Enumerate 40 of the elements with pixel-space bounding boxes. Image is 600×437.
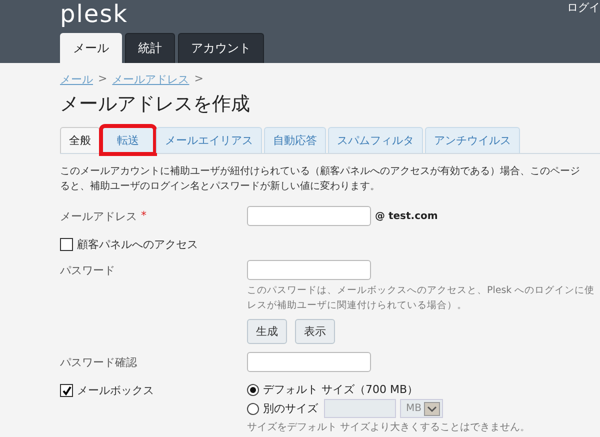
domain-suffix: @ test.com (375, 210, 438, 222)
field-label: メールボックス (77, 383, 154, 398)
size-field[interactable] (324, 399, 396, 418)
field-label: 顧客パネルへのアクセス (77, 237, 198, 252)
action-button[interactable]: 生成 (247, 319, 287, 344)
breadcrumb-link[interactable]: メール (60, 72, 93, 88)
radio-button[interactable] (247, 384, 259, 396)
input-field[interactable] (247, 206, 371, 226)
tab[interactable]: メールエイリアス (156, 127, 262, 153)
checkbox[interactable] (60, 384, 73, 397)
field-label: メールアドレス (60, 209, 137, 224)
page-title: メールアドレスを作成 (60, 92, 251, 117)
nav-tab[interactable]: 統計 (125, 33, 175, 63)
description-text: このメールアカウントに補助ユーザが紐付けられている（顧客パネルへのアクセスが有効である）場合、このページ ると、補助ユーザのログイン名とパスワードが新しい値に変わります。 (60, 164, 581, 194)
action-button[interactable]: 表示 (295, 319, 335, 344)
tab[interactable]: スパムフィルタ (328, 127, 423, 153)
nav-tab[interactable]: メール (60, 33, 122, 63)
radio-button[interactable] (247, 402, 259, 414)
unit-dropdown[interactable]: MB (400, 399, 442, 418)
login-link[interactable]: ログイ (567, 0, 600, 15)
hint-text: このパスワードは、メールボックスへのアクセスと、Plesk へのログインに使 レスが補助ユーザに関連付けられている場合）。 (247, 284, 595, 313)
tab[interactable]: 全般 (60, 127, 100, 153)
caret-icon (424, 402, 440, 416)
checkbox[interactable] (60, 238, 73, 251)
breadcrumb-separator: > (98, 72, 108, 87)
required-mark: * (141, 209, 146, 222)
nav-tab[interactable]: アカウント (178, 33, 264, 63)
logo: plesk (60, 0, 128, 28)
tab[interactable]: 自動応答 (264, 127, 326, 153)
breadcrumb-link[interactable]: メールアドレス (112, 72, 190, 88)
input-field[interactable] (247, 352, 371, 372)
breadcrumb-separator: > (194, 72, 204, 87)
tab[interactable]: 転送 (102, 127, 154, 153)
radio-label: デフォルト サイズ（700 MB） (263, 382, 418, 397)
hint-text: サイズをデフォルト サイズより大きくすることはできません。 (247, 420, 530, 434)
field-label: パスワード (60, 263, 115, 278)
tab[interactable]: アンチウイルス (425, 127, 520, 153)
field-label: パスワード確認 (60, 355, 137, 370)
password-field[interactable] (247, 260, 371, 280)
radio-label: 別のサイズ (263, 401, 318, 416)
